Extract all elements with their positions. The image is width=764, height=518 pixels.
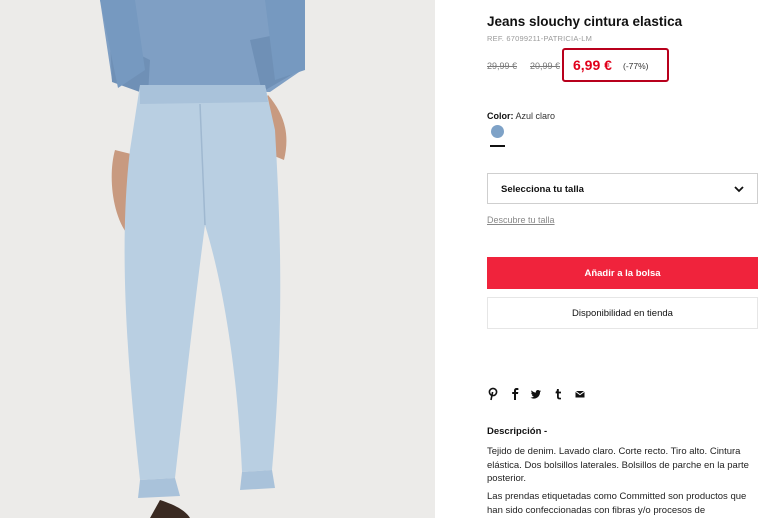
product-title: Jeans slouchy cintura elastica xyxy=(487,14,683,29)
twitter-icon[interactable] xyxy=(530,387,542,401)
size-guide-link[interactable]: Descubre tu talla xyxy=(487,215,555,225)
size-select[interactable]: Selecciona tu talla xyxy=(487,173,758,204)
discount-badge: (-77%) xyxy=(623,61,649,71)
color-label: Color: Azul claro xyxy=(487,111,555,121)
facebook-icon[interactable] xyxy=(509,387,521,401)
description-title[interactable]: Descripción - xyxy=(487,426,547,437)
description-committed-text: Las prendas etiquetadas como Committed s… xyxy=(487,491,747,516)
size-select-label: Selecciona tu talla xyxy=(501,184,584,195)
original-price-1: 29,99 € xyxy=(487,61,518,71)
product-photo-illustration xyxy=(0,0,435,518)
email-icon[interactable] xyxy=(574,387,586,401)
description-text: Tejido de denim. Lavado claro. Corte rec… xyxy=(487,446,749,484)
tumblr-icon[interactable] xyxy=(552,387,564,401)
current-price: 6,99 € xyxy=(573,57,612,73)
store-availability-button[interactable]: Disponibilidad en tienda xyxy=(487,297,758,329)
original-price-2: 20,99 € xyxy=(530,61,561,71)
pinterest-icon[interactable] xyxy=(487,387,499,401)
color-swatch-azul-claro[interactable] xyxy=(491,125,504,138)
selected-swatch-indicator xyxy=(490,145,505,147)
product-reference: REF. 67099211-PATRICIA-LM xyxy=(487,34,593,43)
color-label-title: Color: xyxy=(487,111,514,121)
chevron-down-icon xyxy=(734,186,744,193)
add-to-bag-button[interactable]: Añadir a la bolsa xyxy=(487,257,758,289)
color-value: Azul claro xyxy=(515,111,556,121)
product-image[interactable] xyxy=(0,0,435,518)
